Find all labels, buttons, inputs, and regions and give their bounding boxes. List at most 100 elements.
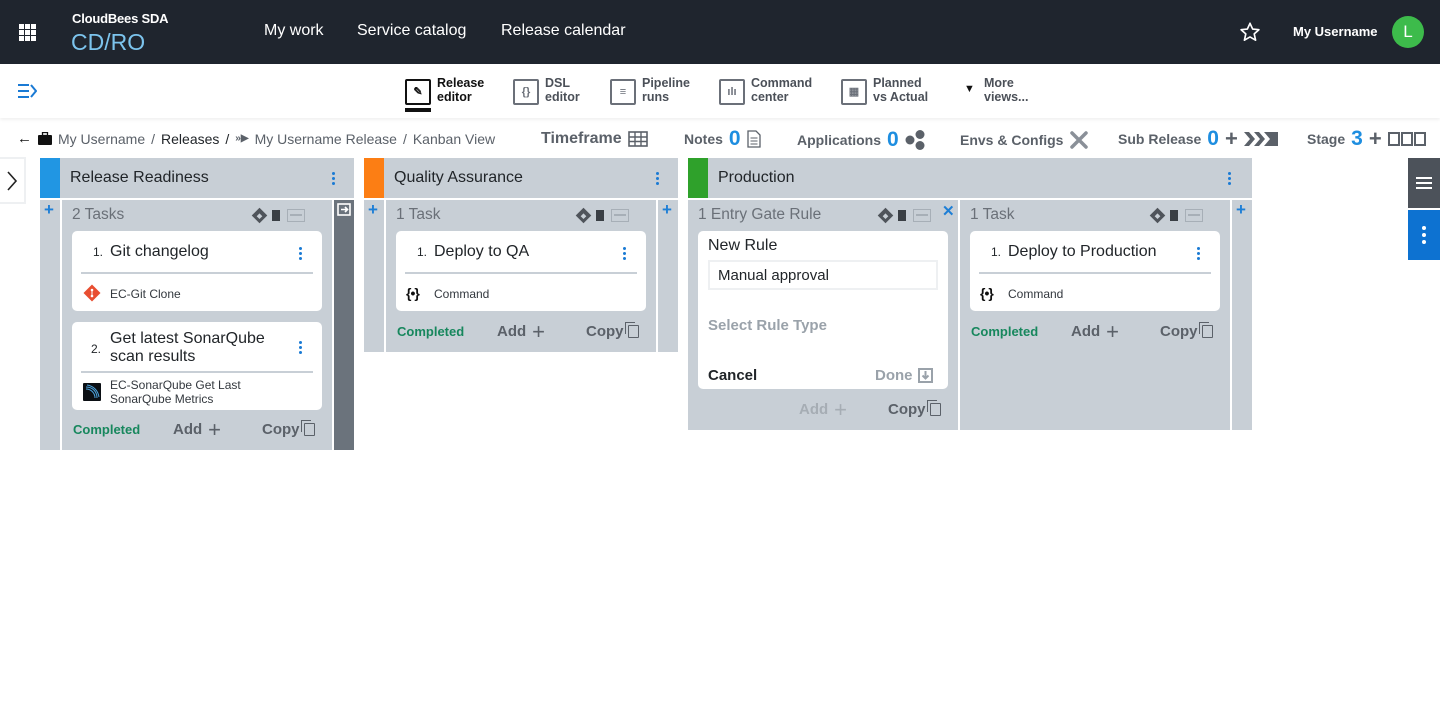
- trash-icon[interactable]: [272, 210, 280, 221]
- task-group-header: 1 Task: [396, 206, 441, 223]
- briefcase-icon: [38, 132, 52, 145]
- stage-title: Release Readiness: [70, 169, 209, 186]
- copy-label: Copy: [888, 401, 926, 418]
- expand-panel-tab[interactable]: [0, 157, 26, 204]
- gate-group-header: 1 Entry Gate Rule: [698, 206, 822, 223]
- copy-button[interactable]: Copy: [888, 400, 941, 418]
- plus-icon: +: [208, 416, 222, 442]
- top-bar: CloudBees SDA CD/RO My work Service cata…: [0, 0, 1440, 64]
- collapse-icon[interactable]: [611, 209, 629, 222]
- task-menu-icon[interactable]: [293, 341, 307, 354]
- status-completed: Completed: [73, 422, 141, 437]
- rule-name-input[interactable]: [708, 260, 938, 290]
- avatar[interactable]: L: [1392, 16, 1424, 48]
- stage-menu-icon[interactable]: [326, 171, 340, 185]
- apps-grid-icon[interactable]: [19, 24, 36, 41]
- breadcrumb-release[interactable]: My Username Release: [255, 131, 397, 147]
- view-label: editor: [545, 90, 580, 104]
- brand-product[interactable]: CD/RO: [71, 29, 145, 56]
- stage-header-release-readiness: Release Readiness: [40, 158, 354, 198]
- copy-button[interactable]: Copy: [262, 420, 315, 438]
- notes-button[interactable]: Notes 0: [684, 128, 761, 149]
- cancel-button[interactable]: Cancel: [708, 367, 757, 384]
- task-number: 1.: [93, 245, 104, 259]
- group-actions: [575, 207, 629, 224]
- add-group-icon[interactable]: +: [662, 201, 672, 218]
- close-icon[interactable]: ✕: [942, 202, 955, 220]
- timeframe-button[interactable]: Timeframe: [541, 130, 648, 148]
- task-plugin: Command: [1008, 287, 1064, 301]
- insert-lane: [1232, 200, 1252, 430]
- breadcrumb-user[interactable]: My Username: [58, 131, 145, 147]
- add-group-icon[interactable]: +: [1236, 201, 1246, 218]
- menu-toggle-icon[interactable]: [18, 84, 37, 98]
- breadcrumb-view: Kanban View: [412, 130, 496, 147]
- stage-menu-icon[interactable]: [1222, 171, 1236, 185]
- add-task-button[interactable]: Add +: [173, 416, 222, 442]
- applications-count: 0: [887, 128, 899, 151]
- task-card[interactable]: 2. Get latest SonarQube scan results EC-…: [72, 322, 322, 410]
- stage-title: Production: [718, 169, 795, 186]
- view-label: views...: [984, 90, 1029, 104]
- view-command-center[interactable]: ılı Command center: [719, 76, 812, 105]
- view-dsl-editor[interactable]: {} DSL editor: [513, 76, 580, 105]
- trash-icon[interactable]: [1170, 210, 1178, 221]
- stage-button[interactable]: Stage 3 +: [1307, 128, 1428, 150]
- right-panel-more-button[interactable]: [1408, 210, 1440, 260]
- stage-color-bar: [364, 158, 384, 198]
- add-rule-button[interactable]: Add +: [799, 398, 847, 420]
- add-group-icon[interactable]: +: [44, 201, 54, 218]
- nav-my-work[interactable]: My work: [264, 22, 324, 40]
- exit-gate-icon[interactable]: [337, 203, 351, 216]
- add-icon[interactable]: +: [1225, 128, 1238, 150]
- sonarqube-icon: [83, 383, 101, 401]
- trash-icon[interactable]: [898, 210, 906, 221]
- add-task-button[interactable]: Add +: [497, 320, 545, 342]
- move-icon[interactable]: [251, 207, 268, 224]
- stage-menu-icon[interactable]: [650, 171, 664, 185]
- move-icon[interactable]: [877, 207, 894, 224]
- right-panel-menu-button[interactable]: [1408, 158, 1440, 208]
- task-menu-icon[interactable]: [617, 247, 631, 260]
- copy-button[interactable]: Copy: [586, 322, 639, 340]
- select-rule-type[interactable]: Select Rule Type: [708, 317, 827, 334]
- collapse-icon[interactable]: [1185, 209, 1203, 222]
- move-icon[interactable]: [1149, 207, 1166, 224]
- applications-label: Applications: [797, 132, 882, 148]
- done-button[interactable]: Done: [875, 367, 933, 384]
- sub-release-button[interactable]: Sub Release 0 +: [1118, 128, 1278, 150]
- nav-service-catalog[interactable]: Service catalog: [357, 22, 466, 40]
- envs-configs-button[interactable]: Envs & Configs: [960, 130, 1089, 150]
- move-icon[interactable]: [575, 207, 592, 224]
- stage-label: Stage: [1307, 131, 1346, 147]
- task-plugin: Command: [434, 287, 490, 301]
- applications-button[interactable]: Applications 0: [797, 128, 927, 151]
- collapse-icon[interactable]: [287, 209, 305, 222]
- view-pipeline-runs[interactable]: ≡ Pipeline runs: [610, 76, 690, 105]
- view-release-editor[interactable]: ✎ Release editor: [405, 76, 484, 112]
- stage-header-quality-assurance: Quality Assurance: [364, 158, 678, 198]
- back-arrow-icon[interactable]: ←: [17, 130, 32, 147]
- trash-icon[interactable]: [596, 210, 604, 221]
- add-group-icon[interactable]: +: [368, 201, 378, 218]
- star-icon[interactable]: [1239, 21, 1261, 43]
- view-more-views[interactable]: ▼ More views...: [964, 76, 1028, 104]
- view-planned-vs-actual[interactable]: ▦ Planned vs Actual: [841, 76, 928, 105]
- divider: [979, 272, 1211, 274]
- copy-button[interactable]: Copy: [1160, 322, 1213, 340]
- status-completed: Completed: [397, 324, 465, 339]
- breadcrumb-releases[interactable]: Releases: [161, 131, 219, 147]
- collapse-icon[interactable]: [913, 209, 931, 222]
- task-card[interactable]: 1. Deploy to Production {•} Command: [970, 231, 1220, 311]
- status-completed: Completed: [971, 324, 1039, 339]
- stage-header-production: Production: [688, 158, 1252, 198]
- task-card[interactable]: 1. Deploy to QA {•} Command: [396, 231, 646, 311]
- task-menu-icon[interactable]: [1191, 247, 1205, 260]
- add-icon[interactable]: +: [1369, 128, 1382, 150]
- nav-release-calendar[interactable]: Release calendar: [501, 22, 626, 40]
- task-card[interactable]: 1. Git changelog EC-Git Clone: [72, 231, 322, 311]
- view-label: center: [751, 90, 789, 104]
- username[interactable]: My Username: [1293, 24, 1378, 39]
- add-task-button[interactable]: Add +: [1071, 320, 1119, 342]
- task-menu-icon[interactable]: [293, 247, 307, 260]
